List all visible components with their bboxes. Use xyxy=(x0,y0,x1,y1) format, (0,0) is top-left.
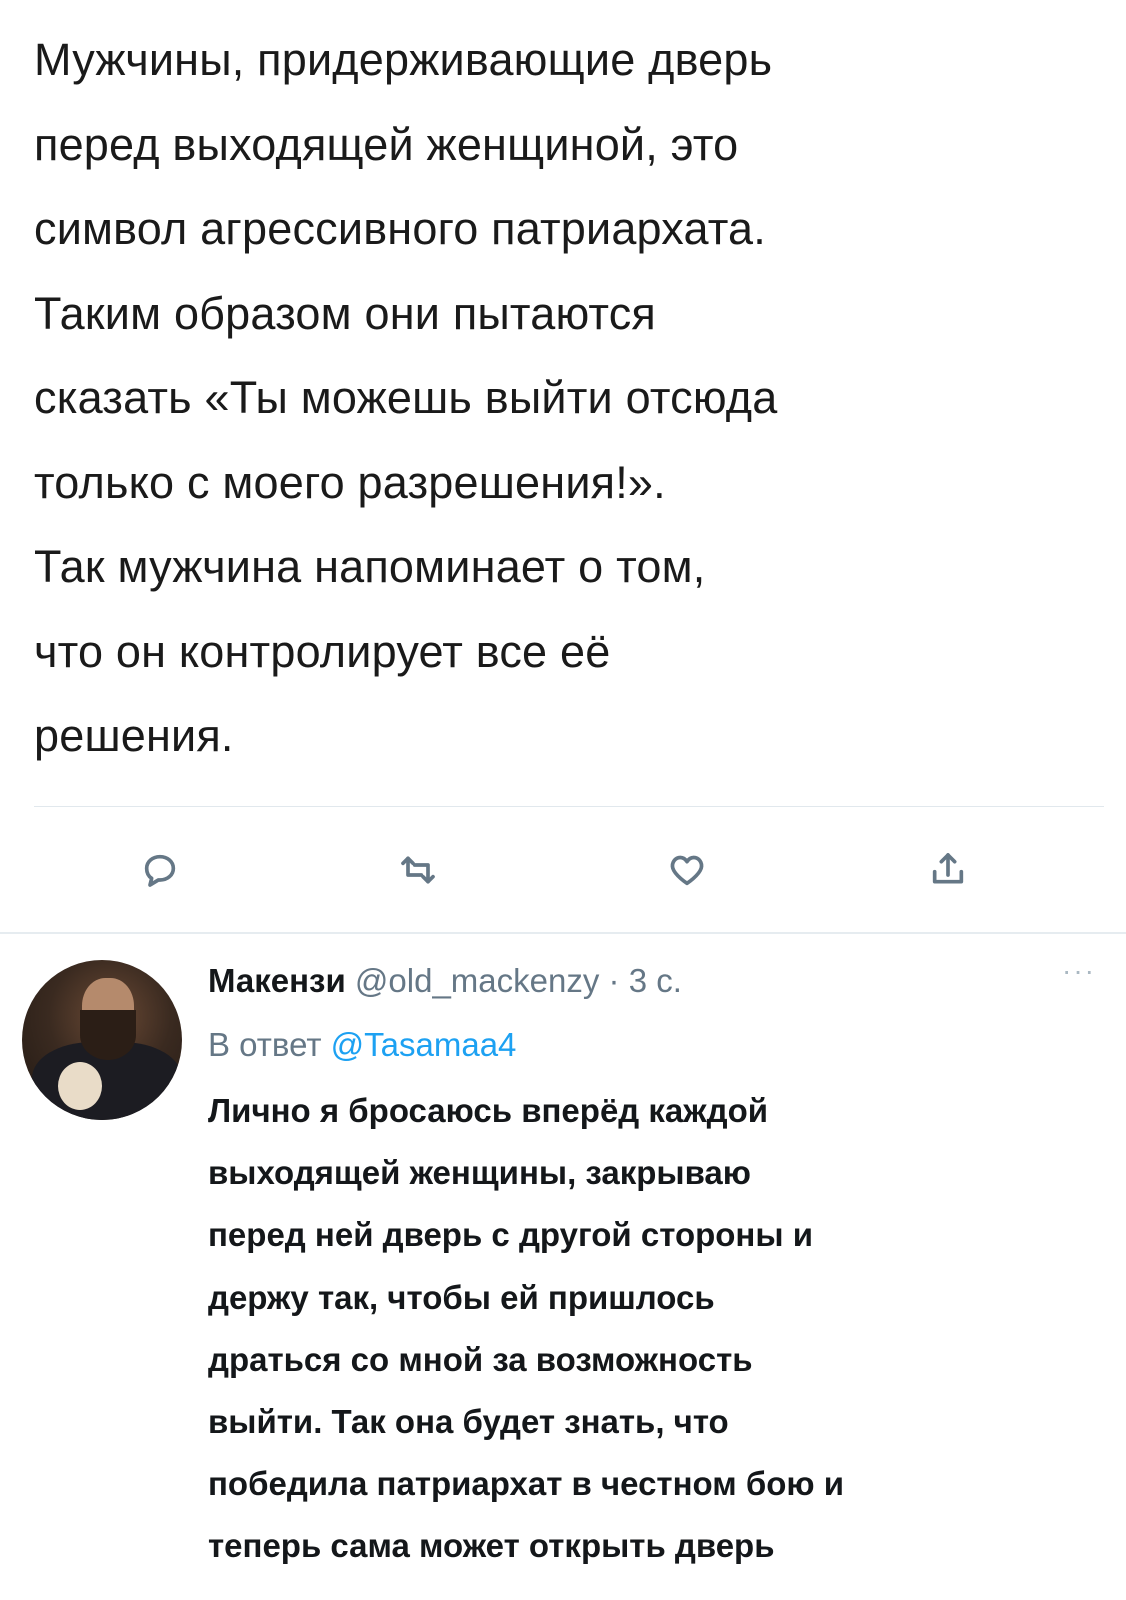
reply-to-prefix: В ответ xyxy=(208,1026,322,1063)
reply-text-line: победила патриархат в честном бою и xyxy=(208,1465,845,1503)
reply-text-line: драться со мной за возможность xyxy=(208,1340,753,1378)
avatar[interactable] xyxy=(22,960,182,1120)
reply-icon[interactable] xyxy=(130,840,190,900)
tweet-text-line: что он контролирует все её xyxy=(34,625,611,677)
reply-author-name[interactable]: Макензи xyxy=(208,962,346,999)
reply-header: Макензи @old_mackenzy · 3 с. xyxy=(208,962,1108,1002)
reply-text-line: выходящей женщины, закрываю xyxy=(208,1154,751,1192)
share-icon[interactable] xyxy=(918,840,978,900)
separator-dot: · xyxy=(608,962,620,999)
tweet-text-line: сказать «Ты можешь выйти отсюда xyxy=(34,372,778,423)
tweet-action-bar xyxy=(0,840,1126,900)
heart-icon[interactable] xyxy=(657,840,717,900)
reply-timestamp[interactable]: 3 с. xyxy=(629,962,682,999)
reply-text-line: перед ней дверь с другой стороны и xyxy=(208,1216,814,1254)
more-options-icon[interactable]: ··· xyxy=(1062,955,1096,987)
tweet-text-line: перед выходящей женщиной, это xyxy=(34,118,739,170)
retweet-icon[interactable] xyxy=(388,840,448,900)
section-divider xyxy=(0,932,1126,934)
reply-text-line: теперь сама может открыть дверь xyxy=(208,1527,775,1565)
tweet-text-line: символ агрессивного патриархата. xyxy=(34,203,766,254)
reply-text-line: выйти. Так она будет знать, что xyxy=(208,1403,729,1441)
tweet-text-line: Мужчины, придерживающие дверь xyxy=(34,34,773,85)
tweet-text: Мужчины, придерживающие дверь перед выхо… xyxy=(34,18,1104,779)
tweet-text-line: Так мужчина напоминает о том, xyxy=(34,541,706,592)
tweet-text-line: Таким образом они пытаются xyxy=(34,287,656,339)
reply-author-handle[interactable]: @old_mackenzy xyxy=(355,962,599,999)
reply-text-line: Лично я бросаюсь вперёд каждой xyxy=(208,1092,769,1129)
reply-text-line: держу так, чтобы ей пришлось xyxy=(208,1278,715,1316)
tweet-text-line: только с моего разрешения!». xyxy=(34,456,666,508)
divider xyxy=(34,806,1104,807)
reply-to-line: В ответ @Tasamaa4 xyxy=(208,1026,516,1064)
tweet-text-line: решения. xyxy=(34,710,234,761)
reply-text: Лично я бросаюсь вперёд каждой выходящей… xyxy=(208,1080,1108,1578)
reply-to-mention[interactable]: @Tasamaa4 xyxy=(331,1026,517,1063)
